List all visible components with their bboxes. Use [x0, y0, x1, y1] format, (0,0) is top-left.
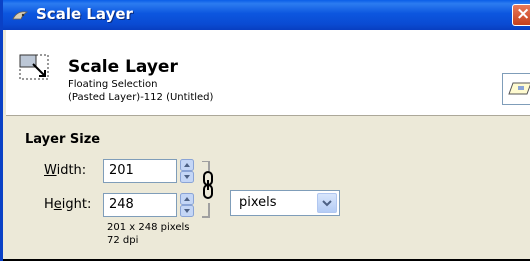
dialog-header: Scale Layer Floating Selection (Pasted L…: [6, 30, 530, 116]
height-spin-arrows-icon[interactable]: [180, 193, 194, 217]
scale-layer-icon: [19, 54, 49, 80]
unit-select[interactable]: pixels: [230, 190, 340, 216]
layer-preview-icon: [508, 82, 530, 95]
gimp-wilber-icon: [12, 11, 29, 20]
layer-preview-button[interactable]: [502, 73, 530, 105]
window-title: Scale Layer: [36, 5, 133, 23]
unit-dropdown-button[interactable]: [317, 193, 337, 213]
chain-bracket-top-vertical: [208, 161, 210, 171]
dialog-window: Scale Layer × Scale Layer Floating Selec…: [0, 0, 530, 261]
close-icon: ×: [516, 4, 530, 24]
width-label: Width:: [44, 163, 87, 178]
unit-select-value: pixels: [239, 195, 277, 210]
height-input[interactable]: 248: [103, 193, 177, 217]
size-info: 201 x 248 pixels: [107, 222, 190, 233]
chain-link-icon[interactable]: [202, 171, 214, 199]
resolution-info: 72 dpi: [107, 235, 139, 246]
header-subtitle: Floating Selection: [68, 79, 158, 90]
layer-size-heading: Layer Size: [25, 132, 101, 147]
chain-bracket-bottom-vertical: [208, 203, 210, 218]
chevron-down-icon: [322, 200, 332, 207]
width-spin-arrows-icon[interactable]: [180, 159, 194, 183]
height-label: Height:: [44, 197, 92, 212]
title-bar[interactable]: Scale Layer ×: [3, 0, 530, 30]
width-input[interactable]: 201: [103, 159, 177, 183]
close-button[interactable]: ×: [512, 4, 530, 26]
layer-name: (Pasted Layer)-112 (Untitled): [68, 92, 214, 103]
header-title: Scale Layer: [68, 57, 178, 77]
